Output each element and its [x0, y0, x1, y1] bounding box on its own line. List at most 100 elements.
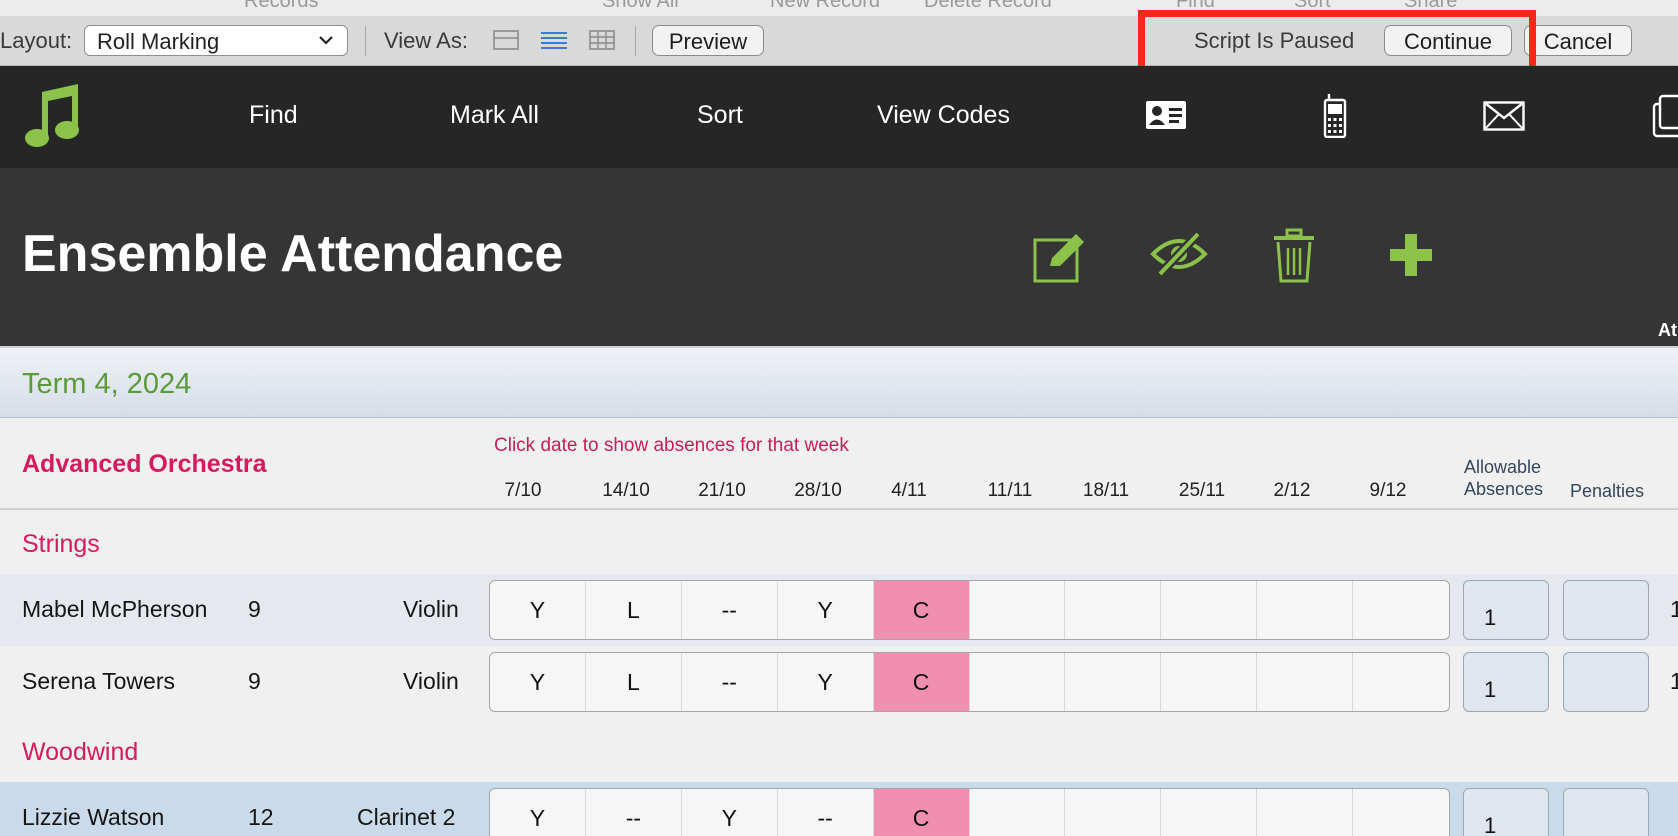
continue-button[interactable]: Continue — [1384, 25, 1512, 56]
ghost-share: Share — [1404, 0, 1458, 12]
layout-select-value: Roll Marking — [97, 29, 220, 54]
nav-find[interactable]: Find — [249, 101, 298, 130]
penalties-field[interactable] — [1563, 580, 1649, 640]
date-header[interactable]: 18/11 — [1058, 480, 1154, 502]
attendance-cell[interactable]: Y — [490, 789, 586, 836]
date-header[interactable]: 9/12 — [1340, 480, 1436, 502]
attendance-cell[interactable]: C — [873, 653, 970, 711]
attendance-cell[interactable]: C — [873, 789, 970, 836]
section-woodwind: Woodwind — [0, 718, 1678, 782]
attendance-cell[interactable]: -- — [778, 789, 874, 836]
attendance-cell[interactable]: Y — [682, 789, 778, 836]
date-header[interactable]: 14/10 — [578, 480, 674, 502]
attendance-cell[interactable]: Y — [778, 653, 874, 711]
attendance-cell[interactable] — [970, 653, 1066, 711]
top-nav: Find Mark All Sort View Codes — [0, 66, 1678, 168]
cancel-button[interactable]: Cancel — [1524, 25, 1632, 56]
attendance-grid: Y L -- Y C — [489, 652, 1450, 712]
music-note-icon — [25, 84, 79, 147]
attendance-cell[interactable]: Y — [490, 653, 586, 711]
nav-view-codes[interactable]: View Codes — [877, 101, 1010, 130]
nav-mark-all[interactable]: Mark All — [450, 101, 539, 130]
attendance-cell[interactable]: -- — [586, 789, 682, 836]
date-header[interactable]: 7/10 — [475, 480, 571, 502]
attendance-cell[interactable]: C — [873, 581, 970, 639]
date-header[interactable]: 25/11 — [1154, 480, 1250, 502]
allowable-absences-field[interactable]: 1 — [1463, 652, 1549, 712]
student-year: 12 — [248, 804, 274, 830]
attendance-cell[interactable] — [1161, 581, 1258, 639]
date-header[interactable]: 4/11 — [861, 480, 957, 502]
ghost-find: Find — [1176, 0, 1215, 12]
section-title: Strings — [22, 530, 100, 558]
contact-card-icon[interactable] — [1145, 100, 1187, 130]
mail-icon[interactable] — [1483, 101, 1525, 131]
list-view-icon[interactable] — [540, 28, 568, 52]
attendance-cell[interactable] — [1353, 653, 1449, 711]
add-icon[interactable] — [1390, 234, 1432, 276]
allowable-absences-field[interactable]: 1 — [1463, 788, 1549, 836]
attendance-cell[interactable]: -- — [682, 581, 778, 639]
header-cut-label: At — [1658, 320, 1677, 340]
date-header[interactable]: 21/10 — [674, 480, 770, 502]
attendance-cell[interactable] — [1257, 581, 1354, 639]
edit-icon[interactable] — [1032, 230, 1090, 284]
attendance-cell[interactable] — [1161, 789, 1258, 836]
attendance-cell[interactable]: Y — [778, 581, 874, 639]
hide-icon[interactable] — [1150, 230, 1208, 278]
student-name: Mabel McPherson — [22, 596, 208, 622]
toolbar-ghost-row: Records Show All New Record Delete Recor… — [0, 0, 1678, 16]
trash-icon[interactable] — [1272, 228, 1316, 284]
student-year: 9 — [248, 596, 261, 622]
chevron-down-icon — [319, 36, 333, 45]
attendance-cell[interactable] — [1065, 581, 1162, 639]
date-header[interactable]: 11/11 — [962, 480, 1058, 502]
attendance-cell[interactable] — [1257, 789, 1354, 836]
layout-label: Layout: — [0, 28, 73, 53]
attendance-cell[interactable]: L — [586, 581, 682, 639]
row-edge-value: 1 — [1670, 668, 1678, 694]
attendance-cell[interactable]: Y — [490, 581, 586, 639]
ghost-show-all: Show All — [602, 0, 679, 12]
attendance-cell[interactable] — [970, 789, 1066, 836]
attendance-cell[interactable] — [1257, 653, 1354, 711]
form-view-icon[interactable] — [492, 28, 520, 52]
preview-button[interactable]: Preview — [652, 25, 764, 56]
copy-icon[interactable] — [1652, 94, 1678, 138]
attendance-cell[interactable]: L — [586, 653, 682, 711]
penalties-header: Penalties — [1570, 481, 1645, 501]
mobile-phone-icon[interactable] — [1323, 94, 1347, 138]
date-header[interactable]: 2/12 — [1244, 480, 1340, 502]
page-title: Ensemble Attendance — [22, 225, 564, 283]
table-row: Mabel McPherson 9 Violin Y L -- Y C 1 1 — [0, 574, 1678, 646]
attendance-grid: Y L -- Y C — [489, 580, 1450, 640]
attendance-cell[interactable] — [970, 581, 1066, 639]
attendance-grid: Y -- Y -- C — [489, 788, 1450, 836]
attendance-cell[interactable] — [1065, 653, 1162, 711]
ghost-new-record: New Record — [770, 0, 881, 12]
penalties-field[interactable] — [1563, 652, 1649, 712]
penalties-field[interactable] — [1563, 788, 1649, 836]
student-instrument: Violin — [403, 596, 459, 622]
ghost-delete-record: Delete Record — [924, 0, 1052, 12]
allowable-header-line1: Allowable — [1464, 457, 1542, 477]
attendance-cell[interactable] — [1353, 789, 1449, 836]
date-header[interactable]: 28/10 — [770, 480, 866, 502]
attendance-cell[interactable]: -- — [682, 653, 778, 711]
attendance-cell[interactable] — [1065, 789, 1162, 836]
attendance-cell[interactable] — [1353, 581, 1449, 639]
section-title: Woodwind — [22, 738, 139, 766]
table-row: Lizzie Watson 12 Clarinet 2 Y -- Y -- C … — [0, 782, 1678, 836]
divider — [635, 26, 636, 56]
term-bar: Term 4, 2024 — [0, 348, 1678, 418]
view-as-label: View As: — [384, 28, 468, 53]
student-instrument: Clarinet 2 — [357, 804, 456, 830]
layout-select[interactable]: Roll Marking — [84, 25, 348, 56]
table-view-icon[interactable] — [588, 28, 616, 52]
attendance-cell[interactable] — [1161, 653, 1258, 711]
nav-sort[interactable]: Sort — [697, 101, 743, 130]
term-title: Term 4, 2024 — [22, 368, 192, 400]
allowable-absences-field[interactable]: 1 — [1463, 580, 1549, 640]
ghost-records: Records — [244, 0, 319, 12]
section-strings: Strings — [0, 510, 1678, 574]
